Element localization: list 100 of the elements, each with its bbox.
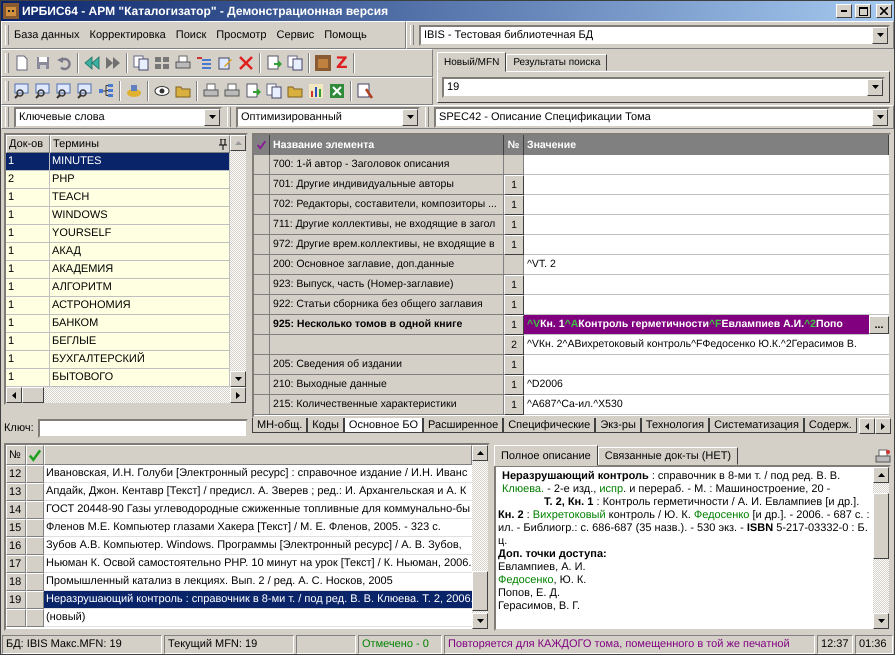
document-arrow-icon[interactable] [245, 83, 261, 99]
occurrence-number[interactable]: 1 [504, 315, 524, 335]
search-icon[interactable] [56, 83, 72, 99]
database-combo[interactable]: IBIS - Тестовая библиотечная БД [419, 24, 890, 46]
scroll-down-button[interactable] [230, 371, 246, 387]
term-row[interactable]: 1 БЕГЛЫЕ [6, 333, 230, 351]
column-header[interactable]: Термины [50, 135, 230, 153]
grid-icon[interactable] [154, 55, 170, 71]
term-row[interactable]: 1 БЫТОВОГО [6, 369, 230, 387]
row-header[interactable] [254, 255, 270, 275]
scroll-left-button[interactable] [859, 418, 875, 434]
row-header[interactable] [254, 295, 270, 315]
pin-icon[interactable] [219, 138, 227, 150]
term-row[interactable]: 1 БАНКОМ [6, 315, 230, 333]
occurrence-number[interactable]: 1 [504, 175, 524, 195]
occurrence-number[interactable]: 1 [504, 275, 524, 295]
term-row[interactable]: 1 АКАД [6, 243, 230, 261]
scroll-up-button[interactable] [230, 135, 246, 151]
minimize-button[interactable] [836, 4, 852, 18]
close-button[interactable] [876, 4, 892, 18]
mark-cell[interactable] [26, 609, 44, 627]
printer-icon[interactable] [203, 83, 219, 99]
row-header[interactable] [254, 335, 270, 355]
tab[interactable]: Коды [307, 418, 344, 433]
menu-item[interactable]: Поиск [170, 29, 212, 41]
menu-item[interactable]: Корректировка [84, 29, 171, 41]
term-row[interactable]: 1 MINUTES [6, 153, 230, 171]
record-row[interactable]: Неразрушающий контроль : справочник в 8-ми т. / под ред. В. В. Клюева. Т. 2, 2006. [44, 591, 472, 609]
tab[interactable]: Экз-ры [595, 418, 641, 433]
search-icon[interactable] [14, 83, 30, 99]
occurrence-number[interactable]: 1 [504, 195, 524, 215]
term-row[interactable]: 1 АСТРОНОМИЯ [6, 297, 230, 315]
search-mode-combo[interactable]: Оптимизированный [236, 106, 420, 128]
scroll-down-button[interactable] [873, 613, 889, 629]
copy-icon[interactable] [133, 55, 149, 71]
tab[interactable]: МН-общ. [252, 418, 308, 433]
menu-item[interactable]: База данных [9, 29, 85, 41]
record-row[interactable]: Фленов М.Е. Компьютер глазами Хакера [Текст] / М. Е. Фленов, 2005. - 323 с. [44, 519, 472, 537]
tree-icon[interactable] [98, 83, 114, 99]
occurrence-number[interactable]: 1 [504, 295, 524, 315]
occurrence-number[interactable]: 1 [504, 355, 524, 375]
record-row[interactable]: ГОСТ 20448-90 Газы углеводородные сжиженные топливные для коммунально-бы [44, 501, 472, 519]
scrollbar[interactable] [230, 135, 246, 387]
tab[interactable]: Расширенное [423, 418, 504, 433]
term-row[interactable]: 1 YOURSELF [6, 225, 230, 243]
term-row[interactable]: 1 TEACH [6, 189, 230, 207]
occurrence-number[interactable]: 1 [504, 215, 524, 235]
document-icon[interactable] [14, 55, 30, 71]
tab[interactable]: Основное БО [344, 418, 424, 433]
tools-icon[interactable] [357, 83, 373, 99]
printer-icon[interactable] [175, 55, 191, 71]
scrollbar-thumb[interactable] [472, 571, 488, 611]
scrollbar[interactable] [873, 467, 889, 629]
printer-icon[interactable] [875, 449, 891, 465]
record-row[interactable]: Зубов А.В. Компьютер. Windows. Программы [Электронный ресурс] / А. В. Зубов, [44, 537, 472, 555]
scroll-up-button[interactable] [873, 467, 889, 483]
mark-cell[interactable] [26, 573, 44, 591]
tab[interactable]: Связанные док-ты (НЕТ) [598, 447, 738, 465]
ellipsis-button[interactable]: ... [869, 316, 889, 334]
tab[interactable]: Результаты поиска [506, 54, 608, 71]
mark-cell[interactable] [26, 519, 44, 537]
column-header[interactable]: Док-ов [6, 135, 50, 153]
row-header[interactable] [254, 355, 270, 375]
column-header[interactable] [254, 135, 270, 155]
scroll-left-button[interactable] [6, 387, 22, 403]
mark-cell[interactable] [26, 483, 44, 501]
dictionary-combo[interactable]: Ключевые слова [14, 106, 222, 128]
row-header[interactable] [254, 375, 270, 395]
row-header[interactable] [254, 175, 270, 195]
undo-icon[interactable] [56, 55, 72, 71]
tab[interactable]: Полное описание [494, 445, 598, 466]
row-header[interactable] [254, 235, 270, 255]
scroll-down-button[interactable] [472, 613, 488, 629]
worksheet-combo[interactable]: SPEC42 - Описание Спецификации Тома [434, 106, 890, 128]
double-right-arrow-icon[interactable] [105, 55, 121, 71]
copy-icon[interactable] [287, 55, 303, 71]
link[interactable]: испр [599, 483, 624, 495]
key-field[interactable] [38, 418, 248, 438]
eye-icon[interactable] [154, 83, 170, 99]
mfn-combo[interactable]: 19 [442, 76, 885, 98]
printer-icon[interactable] [224, 83, 240, 99]
link[interactable]: Клюева. [502, 483, 544, 495]
spreadsheet-icon[interactable] [329, 83, 345, 99]
menu-item[interactable]: Просмотр [211, 29, 272, 41]
search-icon[interactable] [35, 83, 51, 99]
mark-cell[interactable] [26, 555, 44, 573]
record-row[interactable]: (новый) [44, 609, 472, 627]
scroll-right-button[interactable] [875, 418, 891, 434]
scrollbar-thumb[interactable] [22, 387, 44, 403]
term-row[interactable]: 1 АКАДЕМИЯ [6, 261, 230, 279]
row-header[interactable] [254, 395, 270, 415]
tab[interactable]: Содерж. [804, 418, 857, 433]
scrollbar[interactable] [472, 445, 488, 629]
mark-cell[interactable] [26, 537, 44, 555]
tab[interactable]: Систематизация [709, 418, 804, 433]
occurrence-number[interactable]: 1 [504, 235, 524, 255]
record-row[interactable]: Ньюман К. Освой самостоятельно PHP. 10 минут на урок [Текст] / К. Ньюман, 2006. [44, 555, 472, 573]
list-icon[interactable] [196, 55, 212, 71]
scroll-right-button[interactable] [230, 387, 246, 403]
occurrence-number[interactable]: 1 [504, 395, 524, 415]
